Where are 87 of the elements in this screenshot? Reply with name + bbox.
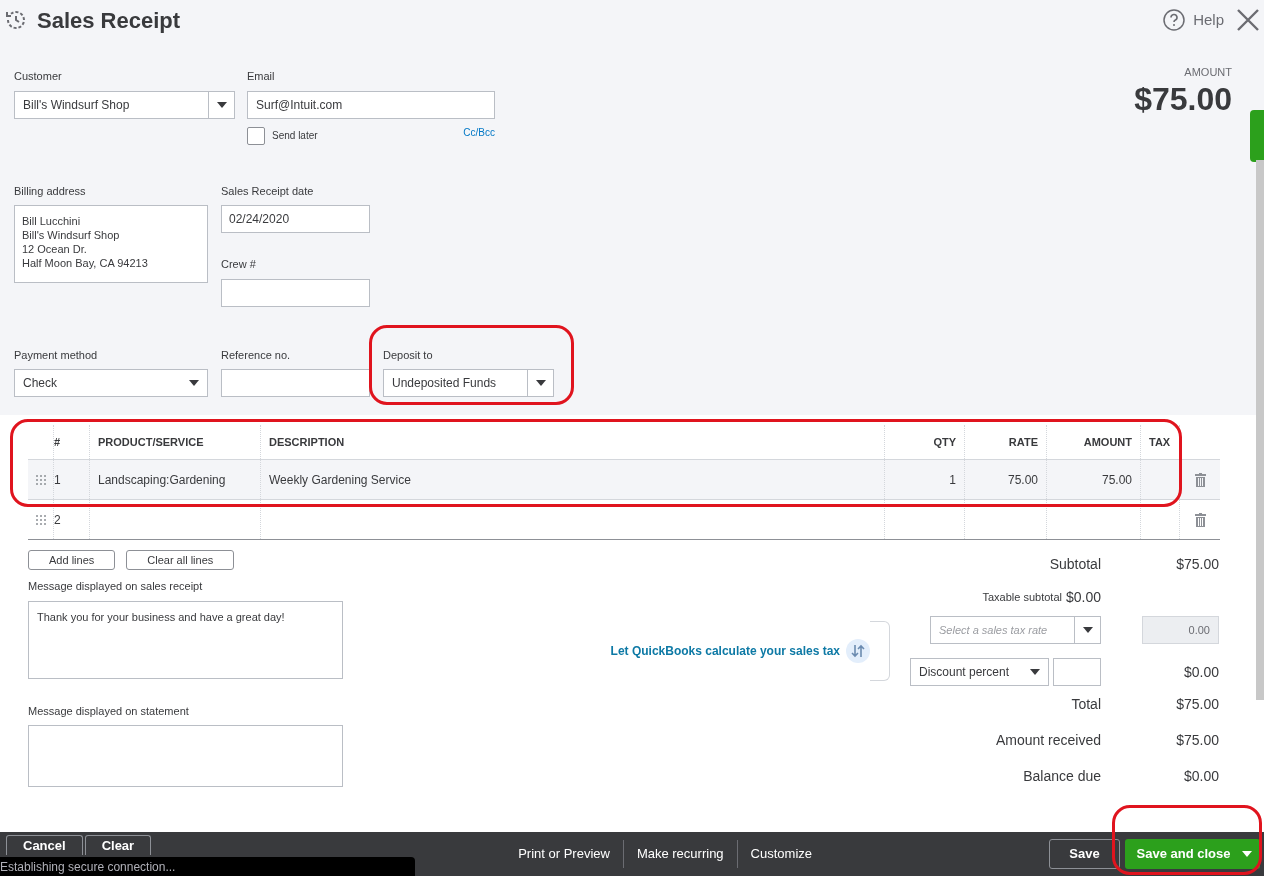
caret-icon xyxy=(189,380,199,386)
footer-button[interactable]: Cancel xyxy=(6,835,83,855)
drag-handle-icon[interactable] xyxy=(35,514,46,525)
cc-bcc-link[interactable]: Cc/Bcc xyxy=(463,125,495,140)
billing-address-field[interactable]: Bill Lucchini Bill's Windsurf Shop 12 Ocean Dr. Half Moon Bay, CA 94213 xyxy=(14,205,208,283)
help-button[interactable]: Help xyxy=(1193,8,1224,32)
payment-method-dropdown[interactable]: Check xyxy=(14,369,208,397)
column-header: TAX xyxy=(1149,434,1171,450)
field-label: Payment method xyxy=(14,347,99,363)
subtotal-value: $75.00 xyxy=(1175,554,1219,574)
caret-icon xyxy=(535,380,546,386)
subtotal-label: Subtotal xyxy=(1049,554,1101,574)
line-action-button[interactable]: Add lines xyxy=(28,550,116,570)
table-cell-text: Landscaping:Gardening xyxy=(98,471,226,489)
column-header: DESCRIPTION xyxy=(269,434,345,450)
amount-value: $75.00 xyxy=(1134,80,1232,117)
table-cell-text: 75.00 xyxy=(1101,471,1132,489)
save-button[interactable]: Save xyxy=(1049,839,1120,869)
drag-handle-icon[interactable] xyxy=(35,474,46,485)
line-item-row[interactable]: 2 xyxy=(28,500,1220,540)
footer-link[interactable]: Print or Preview xyxy=(505,844,623,864)
total-value: $75.00 xyxy=(1175,694,1219,714)
field-label: Email xyxy=(247,69,276,84)
field-label: Message displayed on statement xyxy=(28,703,190,719)
amount-label: AMOUNT xyxy=(1184,65,1232,80)
caret-icon xyxy=(1242,851,1252,857)
address-line: Half Moon Bay, CA 94213 xyxy=(22,256,149,270)
table-cell-text: 1 xyxy=(54,471,61,489)
field-label: Message displayed on sales receipt xyxy=(28,579,204,594)
trash-icon[interactable] xyxy=(1194,472,1206,487)
feedback-tab[interactable] xyxy=(1250,110,1264,162)
column-header: AMOUNT xyxy=(1083,434,1132,450)
discount-type-dropdown[interactable]: Discount percent xyxy=(910,658,1049,686)
field-label: Sales Receipt date xyxy=(221,183,315,199)
column-header: # xyxy=(54,434,61,450)
field-label: Reference no. xyxy=(221,347,292,363)
sales-tax-link[interactable]: Let QuickBooks calculate your sales tax xyxy=(610,642,840,660)
address-line: Bill's Windsurf Shop xyxy=(22,228,121,242)
bracket-line xyxy=(870,621,890,681)
tax-amount-field: 0.00 xyxy=(1142,616,1219,644)
receipt-message-field[interactable]: Thank you for your business and have a great day! xyxy=(28,600,343,679)
footer-link[interactable]: Make recurring xyxy=(623,844,737,864)
crew-field[interactable] xyxy=(221,278,370,307)
discount-amount: $0.00 xyxy=(1182,662,1219,682)
page-title: Sales Receipt xyxy=(37,6,181,35)
taxable-subtotal-value: $0.00 xyxy=(1065,587,1101,607)
history-icon[interactable] xyxy=(4,8,28,32)
reference-field[interactable] xyxy=(221,369,370,397)
total-label: Amount received xyxy=(995,730,1101,750)
field-label: Deposit to xyxy=(383,347,434,363)
customer-dropdown[interactable]: Bill's Windsurf Shop xyxy=(14,90,235,119)
column-header: PRODUCT/SERVICE xyxy=(98,434,204,450)
total-label: Total xyxy=(1071,694,1101,714)
line-item-row[interactable]: 1 Landscaping:Gardening Weekly Gardening Service 1 75.00 75.00 xyxy=(28,460,1220,500)
footer-button[interactable]: Clear xyxy=(84,835,152,855)
help-icon[interactable] xyxy=(1163,9,1186,31)
address-line: 12 Ocean Dr. xyxy=(22,242,88,256)
field-label: Billing address xyxy=(14,183,87,199)
line-action-button[interactable]: Clear all lines xyxy=(126,550,235,570)
trash-icon[interactable] xyxy=(1194,512,1206,527)
caret-icon xyxy=(1082,627,1093,633)
field-label: Customer xyxy=(14,69,63,84)
sort-arrows-icon[interactable] xyxy=(846,639,870,663)
address-line: Bill Lucchini xyxy=(22,214,82,228)
send-later-label: Send later xyxy=(272,129,318,143)
close-button[interactable] xyxy=(1236,8,1260,32)
column-header: QTY xyxy=(933,434,956,450)
date-field[interactable]: 02/24/2020 xyxy=(221,205,370,233)
deposit-to-dropdown[interactable]: Undeposited Funds xyxy=(383,369,554,397)
table-cell-text: 75.00 xyxy=(1007,471,1038,489)
field-label: Crew # xyxy=(221,257,257,272)
total-value: $0.00 xyxy=(1182,766,1219,786)
caret-icon xyxy=(216,101,227,108)
caret-icon xyxy=(1030,669,1040,675)
status-toast: Establishing secure connection... xyxy=(0,857,415,876)
discount-field[interactable] xyxy=(1053,658,1101,686)
send-later-checkbox[interactable] xyxy=(247,126,265,145)
table-cell-text: 1 xyxy=(949,471,956,489)
taxable-subtotal-label: Taxable subtotal xyxy=(982,589,1062,605)
total-label: Balance due xyxy=(1023,766,1101,786)
column-header: RATE xyxy=(1008,434,1038,450)
close-icon xyxy=(1237,9,1259,31)
footer-link[interactable]: Customize xyxy=(737,844,825,864)
email-field[interactable]: Surf@Intuit.com xyxy=(247,90,495,119)
total-value: $75.00 xyxy=(1175,730,1219,750)
table-cell-text: Weekly Gardening Service xyxy=(269,471,411,489)
table-cell-text: 2 xyxy=(54,511,61,529)
